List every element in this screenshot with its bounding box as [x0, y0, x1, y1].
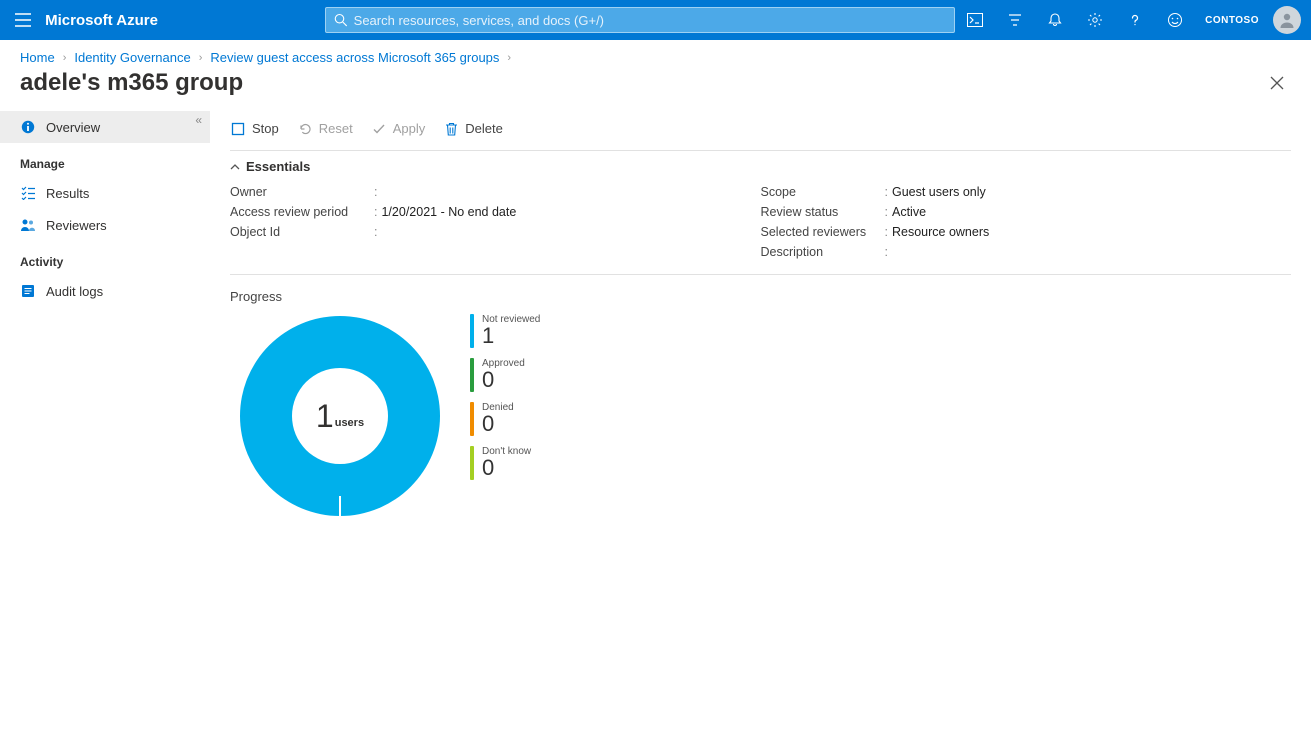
- apply-label: Apply: [393, 121, 426, 136]
- essentials-owner-row: Owner :: [230, 182, 761, 202]
- donut-unit: users: [335, 417, 364, 429]
- essentials-title: Essentials: [246, 159, 310, 174]
- reset-icon: [297, 121, 313, 137]
- hamburger-icon: [15, 13, 31, 27]
- legend-color-swatch: [470, 446, 474, 480]
- search-icon: [334, 13, 348, 27]
- essentials-grid: Owner : Access review period : 1/20/2021…: [230, 182, 1291, 275]
- scope-label: Scope: [761, 185, 881, 199]
- page-title: adele's m365 group: [20, 69, 1263, 97]
- reset-label: Reset: [319, 121, 353, 136]
- brand-label[interactable]: Microsoft Azure: [45, 12, 170, 29]
- legend-color-swatch: [470, 314, 474, 348]
- info-icon: [20, 119, 36, 135]
- delete-button[interactable]: Delete: [443, 121, 503, 137]
- delete-label: Delete: [465, 121, 503, 136]
- reviewers-label: Selected reviewers: [761, 225, 881, 239]
- nav-section-manage: Manage: [0, 143, 210, 177]
- essentials-toggle[interactable]: Essentials: [230, 151, 1291, 182]
- legend-not-reviewed: Not reviewed 1: [470, 314, 540, 348]
- nav-audit-logs[interactable]: Audit logs: [0, 275, 210, 307]
- legend-dont-know: Don't know 0: [470, 446, 540, 480]
- trash-icon: [443, 121, 459, 137]
- essentials-scope-row: Scope : Guest users only: [761, 182, 1292, 202]
- nav-overview[interactable]: Overview: [0, 111, 210, 143]
- search-input[interactable]: [354, 13, 946, 28]
- legend-color-swatch: [470, 402, 474, 436]
- status-value: Active: [892, 205, 926, 219]
- left-nav: « Overview Manage Results Reviewers Acti…: [0, 107, 210, 736]
- nav-results-label: Results: [46, 186, 89, 201]
- essentials-desc-row: Description :: [761, 242, 1292, 262]
- chevron-right-icon: ›: [63, 52, 67, 64]
- cloud-shell-icon[interactable]: [955, 0, 995, 40]
- page-title-row: adele's m365 group: [0, 69, 1311, 107]
- check-icon: [371, 121, 387, 137]
- settings-icon[interactable]: [1075, 0, 1115, 40]
- reset-button: Reset: [297, 121, 353, 137]
- legend-approved-value: 0: [482, 369, 525, 391]
- chevron-right-icon: ›: [507, 52, 511, 64]
- feedback-icon[interactable]: [1155, 0, 1195, 40]
- legend-denied-value: 0: [482, 413, 514, 435]
- notifications-icon[interactable]: [1035, 0, 1075, 40]
- nav-reviewers[interactable]: Reviewers: [0, 209, 210, 241]
- global-search[interactable]: [325, 7, 955, 33]
- chevron-up-icon: [230, 162, 240, 172]
- nav-section-activity: Activity: [0, 241, 210, 275]
- legend-approved: Approved 0: [470, 358, 540, 392]
- breadcrumb-home[interactable]: Home: [20, 50, 55, 65]
- tenant-label: CONTOSO: [1195, 15, 1269, 26]
- nav-results[interactable]: Results: [0, 177, 210, 209]
- people-icon: [20, 217, 36, 233]
- topbar-right-icons: CONTOSO: [955, 0, 1311, 40]
- period-value: 1/20/2021 - No end date: [381, 205, 516, 219]
- checklist-icon: [20, 185, 36, 201]
- chevron-right-icon: ›: [199, 52, 203, 64]
- top-bar: Microsoft Azure CONTOSO: [0, 0, 1311, 40]
- nav-audit-logs-label: Audit logs: [46, 284, 103, 299]
- stop-label: Stop: [252, 121, 279, 136]
- reviewers-value: Resource owners: [892, 225, 989, 239]
- owner-label: Owner: [230, 185, 370, 199]
- person-icon: [1278, 11, 1296, 29]
- help-icon[interactable]: [1115, 0, 1155, 40]
- breadcrumb-identity-governance[interactable]: Identity Governance: [74, 50, 190, 65]
- breadcrumb: Home › Identity Governance › Review gues…: [0, 40, 1311, 69]
- desc-label: Description: [761, 245, 881, 259]
- breadcrumb-review-guest-access[interactable]: Review guest access across Microsoft 365…: [210, 50, 499, 65]
- objectid-label: Object Id: [230, 225, 370, 239]
- essentials-period-row: Access review period : 1/20/2021 - No en…: [230, 202, 761, 222]
- progress-section: 1 users Not reviewed 1 Approved 0: [230, 312, 1291, 516]
- directory-filter-icon[interactable]: [995, 0, 1035, 40]
- status-label: Review status: [761, 205, 881, 219]
- legend-denied: Denied 0: [470, 402, 540, 436]
- hamburger-menu[interactable]: [0, 0, 45, 40]
- donut-count: 1: [316, 398, 334, 435]
- progress-title: Progress: [230, 275, 1291, 312]
- essentials-reviewers-row: Selected reviewers : Resource owners: [761, 222, 1292, 242]
- log-icon: [20, 283, 36, 299]
- legend-color-swatch: [470, 358, 474, 392]
- period-label: Access review period: [230, 205, 370, 219]
- command-bar: Stop Reset Apply Delete: [230, 107, 1291, 151]
- legend-not-reviewed-value: 1: [482, 325, 540, 347]
- essentials-status-row: Review status : Active: [761, 202, 1292, 222]
- stop-icon: [230, 121, 246, 137]
- close-button[interactable]: [1263, 69, 1291, 97]
- progress-legend: Not reviewed 1 Approved 0 Denied 0: [470, 314, 540, 480]
- user-avatar[interactable]: [1273, 6, 1301, 34]
- apply-button: Apply: [371, 121, 426, 137]
- nav-reviewers-label: Reviewers: [46, 218, 107, 233]
- nav-overview-label: Overview: [46, 120, 100, 135]
- essentials-objectid-row: Object Id :: [230, 222, 761, 242]
- collapse-nav-button[interactable]: «: [195, 113, 202, 127]
- content-area: Stop Reset Apply Delete Essentials: [210, 107, 1311, 736]
- legend-dont-know-value: 0: [482, 457, 531, 479]
- progress-donut-chart: 1 users: [240, 316, 440, 516]
- close-icon: [1270, 76, 1284, 90]
- scope-value: Guest users only: [892, 185, 986, 199]
- stop-button[interactable]: Stop: [230, 121, 279, 137]
